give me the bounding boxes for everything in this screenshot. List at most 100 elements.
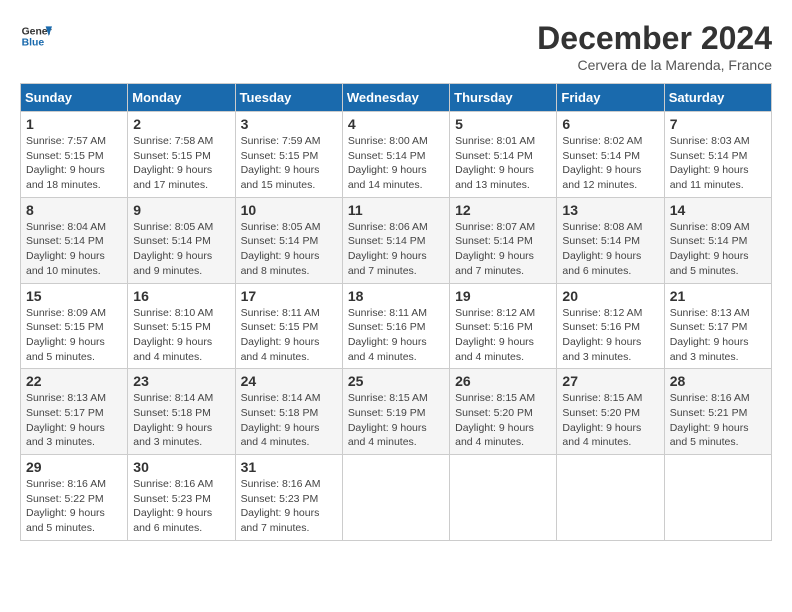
day-number: 7 <box>670 116 766 132</box>
day-info: Sunrise: 8:16 AMSunset: 5:23 PMDaylight:… <box>133 477 229 536</box>
day-number: 21 <box>670 288 766 304</box>
day-number: 2 <box>133 116 229 132</box>
day-number: 30 <box>133 459 229 475</box>
day-number: 31 <box>241 459 337 475</box>
day-info: Sunrise: 8:15 AMSunset: 5:20 PMDaylight:… <box>562 391 658 450</box>
day-number: 15 <box>26 288 122 304</box>
day-number: 17 <box>241 288 337 304</box>
day-number: 9 <box>133 202 229 218</box>
calendar-cell: 15Sunrise: 8:09 AMSunset: 5:15 PMDayligh… <box>21 283 128 369</box>
calendar-cell <box>664 455 771 541</box>
calendar-cell <box>342 455 449 541</box>
calendar-cell: 1 Sunrise: 7:57 AMSunset: 5:15 PMDaylight… <box>21 112 128 198</box>
day-number: 25 <box>348 373 444 389</box>
day-info: Sunrise: 8:12 AMSunset: 5:16 PMDaylight:… <box>455 306 551 365</box>
day-info: Sunrise: 8:14 AMSunset: 5:18 PMDaylight:… <box>241 391 337 450</box>
calendar-cell: 30 Sunrise: 8:16 AMSunset: 5:23 PMDayligh… <box>128 455 235 541</box>
day-info: Sunrise: 8:13 AMSunset: 5:17 PMDaylight:… <box>26 391 122 450</box>
day-number: 12 <box>455 202 551 218</box>
day-info: Sunrise: 7:59 AMSunset: 5:15 PMDaylight:… <box>241 134 337 193</box>
calendar-cell: 3 Sunrise: 7:59 AMSunset: 5:15 PMDaylight… <box>235 112 342 198</box>
calendar-cell: 5Sunrise: 8:01 AMSunset: 5:14 PMDaylight… <box>450 112 557 198</box>
calendar-cell: 28Sunrise: 8:16 AMSunset: 5:21 PMDayligh… <box>664 369 771 455</box>
weekday-header-thursday: Thursday <box>450 84 557 112</box>
calendar-cell: 2 Sunrise: 7:58 AMSunset: 5:15 PMDaylight… <box>128 112 235 198</box>
day-number: 8 <box>26 202 122 218</box>
weekday-header-wednesday: Wednesday <box>342 84 449 112</box>
page-header: General Blue December 2024 Cervera de la… <box>20 20 772 73</box>
calendar-cell: 14Sunrise: 8:09 AMSunset: 5:14 PMDayligh… <box>664 197 771 283</box>
day-number: 18 <box>348 288 444 304</box>
day-number: 6 <box>562 116 658 132</box>
day-info: Sunrise: 8:02 AMSunset: 5:14 PMDaylight:… <box>562 134 658 193</box>
day-info: Sunrise: 8:08 AMSunset: 5:14 PMDaylight:… <box>562 220 658 279</box>
calendar-cell: 12Sunrise: 8:07 AMSunset: 5:14 PMDayligh… <box>450 197 557 283</box>
weekday-header-friday: Friday <box>557 84 664 112</box>
day-info: Sunrise: 8:05 AMSunset: 5:14 PMDaylight:… <box>133 220 229 279</box>
calendar-week-row: 29 Sunrise: 8:16 AMSunset: 5:22 PMDayligh… <box>21 455 772 541</box>
day-number: 1 <box>26 116 122 132</box>
day-info: Sunrise: 8:09 AMSunset: 5:14 PMDaylight:… <box>670 220 766 279</box>
day-number: 16 <box>133 288 229 304</box>
day-number: 22 <box>26 373 122 389</box>
weekday-header-tuesday: Tuesday <box>235 84 342 112</box>
day-info: Sunrise: 8:10 AMSunset: 5:15 PMDaylight:… <box>133 306 229 365</box>
day-info: Sunrise: 8:05 AMSunset: 5:14 PMDaylight:… <box>241 220 337 279</box>
calendar-week-row: 8 Sunrise: 8:04 AMSunset: 5:14 PMDaylight… <box>21 197 772 283</box>
logo: General Blue <box>20 20 52 52</box>
day-info: Sunrise: 8:16 AMSunset: 5:23 PMDaylight:… <box>241 477 337 536</box>
day-info: Sunrise: 8:06 AMSunset: 5:14 PMDaylight:… <box>348 220 444 279</box>
weekday-header-saturday: Saturday <box>664 84 771 112</box>
day-info: Sunrise: 8:04 AMSunset: 5:14 PMDaylight:… <box>26 220 122 279</box>
day-number: 11 <box>348 202 444 218</box>
title-area: December 2024 Cervera de la Marenda, Fra… <box>537 20 772 73</box>
day-number: 13 <box>562 202 658 218</box>
calendar-cell: 20 Sunrise: 8:12 AMSunset: 5:16 PMDayligh… <box>557 283 664 369</box>
calendar-week-row: 22 Sunrise: 8:13 AMSunset: 5:17 PMDayligh… <box>21 369 772 455</box>
calendar-cell: 24Sunrise: 8:14 AMSunset: 5:18 PMDayligh… <box>235 369 342 455</box>
calendar-cell: 7 Sunrise: 8:03 AMSunset: 5:14 PMDaylight… <box>664 112 771 198</box>
calendar-week-row: 15Sunrise: 8:09 AMSunset: 5:15 PMDayligh… <box>21 283 772 369</box>
svg-text:Blue: Blue <box>22 38 45 49</box>
day-number: 23 <box>133 373 229 389</box>
location-subtitle: Cervera de la Marenda, France <box>537 57 772 73</box>
day-number: 3 <box>241 116 337 132</box>
day-info: Sunrise: 7:57 AMSunset: 5:15 PMDaylight:… <box>26 134 122 193</box>
day-info: Sunrise: 8:03 AMSunset: 5:14 PMDaylight:… <box>670 134 766 193</box>
calendar-cell: 18 Sunrise: 8:11 AMSunset: 5:16 PMDayligh… <box>342 283 449 369</box>
day-number: 4 <box>348 116 444 132</box>
day-info: Sunrise: 8:11 AMSunset: 5:15 PMDaylight:… <box>241 306 337 365</box>
day-info: Sunrise: 8:13 AMSunset: 5:17 PMDaylight:… <box>670 306 766 365</box>
calendar-cell: 19Sunrise: 8:12 AMSunset: 5:16 PMDayligh… <box>450 283 557 369</box>
day-info: Sunrise: 8:01 AMSunset: 5:14 PMDaylight:… <box>455 134 551 193</box>
day-number: 10 <box>241 202 337 218</box>
calendar-cell: 31 Sunrise: 8:16 AMSunset: 5:23 PMDayligh… <box>235 455 342 541</box>
day-number: 29 <box>26 459 122 475</box>
day-info: Sunrise: 8:15 AMSunset: 5:20 PMDaylight:… <box>455 391 551 450</box>
calendar-cell: 6 Sunrise: 8:02 AMSunset: 5:14 PMDaylight… <box>557 112 664 198</box>
calendar-cell <box>450 455 557 541</box>
day-number: 26 <box>455 373 551 389</box>
day-info: Sunrise: 8:11 AMSunset: 5:16 PMDaylight:… <box>348 306 444 365</box>
calendar-week-row: 1 Sunrise: 7:57 AMSunset: 5:15 PMDaylight… <box>21 112 772 198</box>
calendar-cell: 4Sunrise: 8:00 AMSunset: 5:14 PMDaylight… <box>342 112 449 198</box>
weekday-header-monday: Monday <box>128 84 235 112</box>
calendar-cell: 11 Sunrise: 8:06 AMSunset: 5:14 PMDayligh… <box>342 197 449 283</box>
calendar-cell: 17 Sunrise: 8:11 AMSunset: 5:15 PMDayligh… <box>235 283 342 369</box>
day-number: 20 <box>562 288 658 304</box>
day-number: 27 <box>562 373 658 389</box>
weekday-header-row: SundayMondayTuesdayWednesdayThursdayFrid… <box>21 84 772 112</box>
weekday-header-sunday: Sunday <box>21 84 128 112</box>
day-info: Sunrise: 7:58 AMSunset: 5:15 PMDaylight:… <box>133 134 229 193</box>
day-info: Sunrise: 8:12 AMSunset: 5:16 PMDaylight:… <box>562 306 658 365</box>
calendar-cell: 10 Sunrise: 8:05 AMSunset: 5:14 PMDayligh… <box>235 197 342 283</box>
calendar-table: SundayMondayTuesdayWednesdayThursdayFrid… <box>20 83 772 541</box>
calendar-cell: 9 Sunrise: 8:05 AMSunset: 5:14 PMDaylight… <box>128 197 235 283</box>
calendar-cell: 16 Sunrise: 8:10 AMSunset: 5:15 PMDayligh… <box>128 283 235 369</box>
day-info: Sunrise: 8:14 AMSunset: 5:18 PMDaylight:… <box>133 391 229 450</box>
day-info: Sunrise: 8:15 AMSunset: 5:19 PMDaylight:… <box>348 391 444 450</box>
calendar-cell: 27 Sunrise: 8:15 AMSunset: 5:20 PMDayligh… <box>557 369 664 455</box>
day-info: Sunrise: 8:16 AMSunset: 5:22 PMDaylight:… <box>26 477 122 536</box>
calendar-cell: 23 Sunrise: 8:14 AMSunset: 5:18 PMDayligh… <box>128 369 235 455</box>
calendar-cell: 29 Sunrise: 8:16 AMSunset: 5:22 PMDayligh… <box>21 455 128 541</box>
